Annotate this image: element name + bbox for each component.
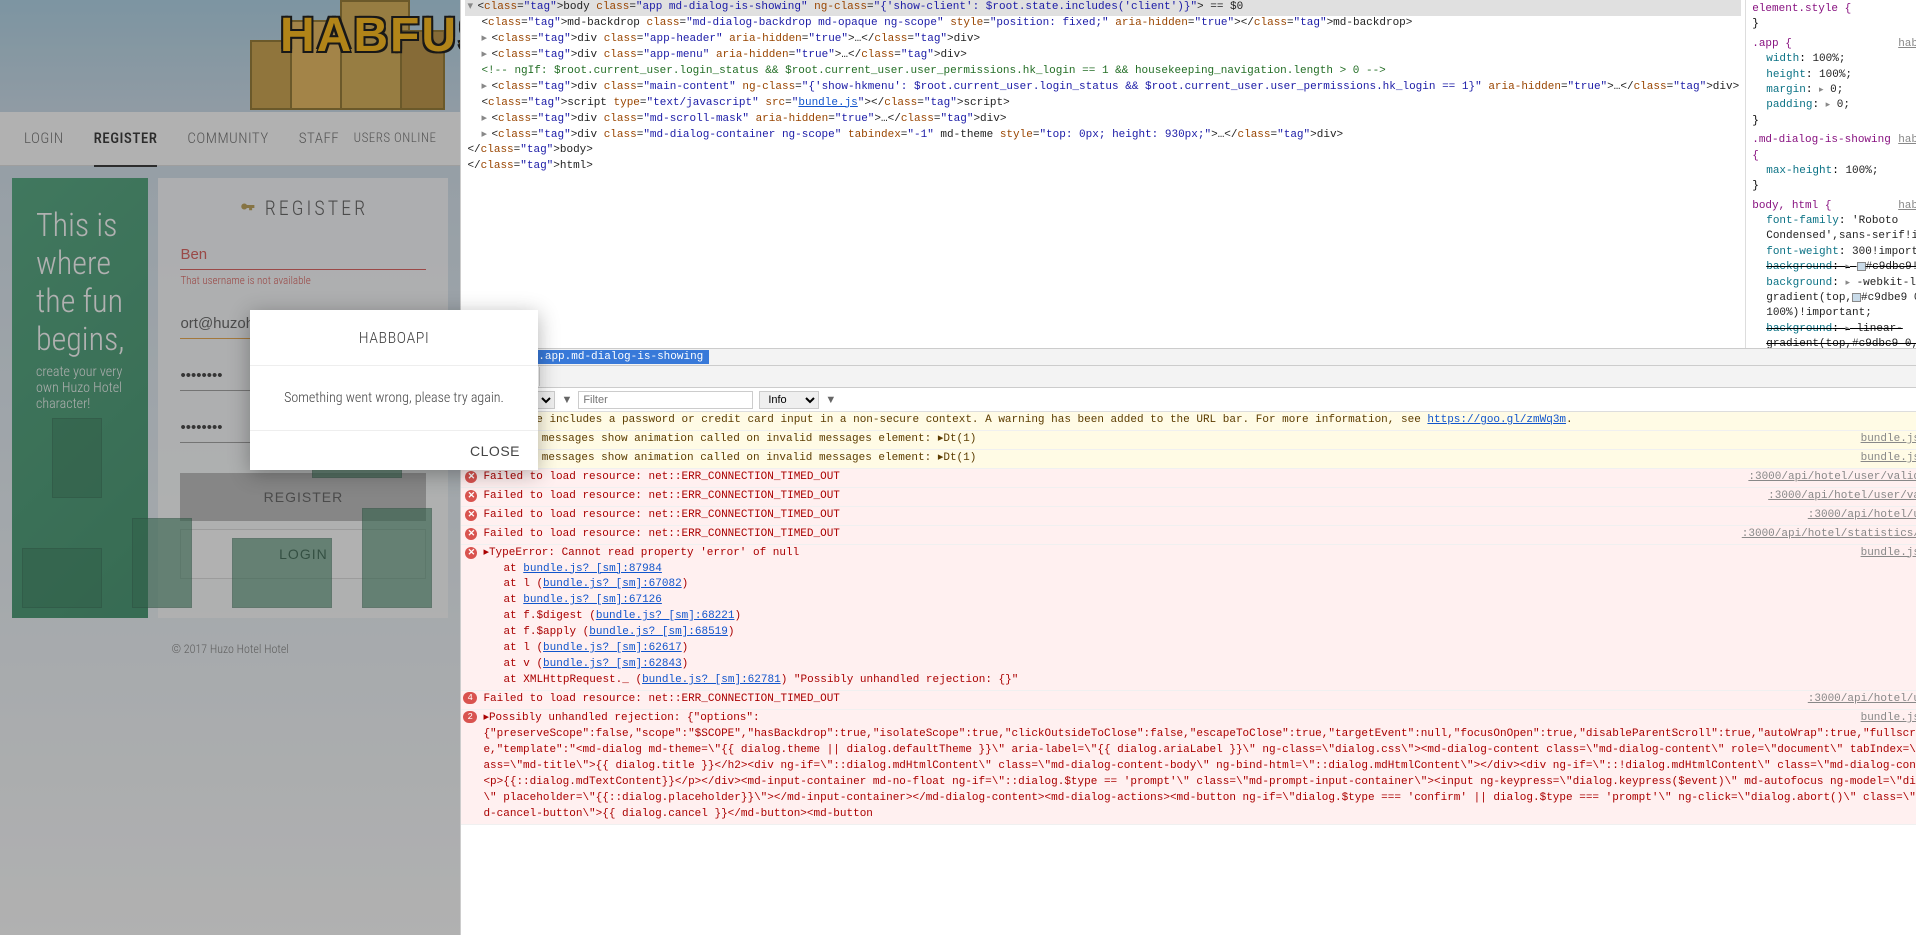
modal-close-button[interactable]: CLOSE: [470, 443, 520, 459]
console-messages[interactable]: !login:1This page includes a password or…: [461, 412, 1916, 935]
console-tabbar: ⋮ Console ✕: [461, 366, 1916, 388]
modal-body: Something went wrong, please try again.: [250, 366, 538, 430]
modal-title: HABBOAPI: [250, 310, 538, 366]
dropdown-icon: ▼: [825, 393, 836, 406]
dropdown-icon: ▼: [561, 393, 572, 406]
level-select[interactable]: Info: [759, 391, 819, 409]
error-modal: HABBOAPI Something went wrong, please tr…: [250, 310, 538, 470]
breadcrumb[interactable]: html body.app.md-dialog-is-showing: [461, 348, 1916, 366]
styles-panel[interactable]: element.style {}habbo-api.css:6.app {wid…: [1745, 0, 1916, 348]
filter-input[interactable]: [578, 391, 753, 409]
console-toolbar: top ▼ Info ▼ ⚙: [461, 388, 1916, 412]
devtools: ▾<class="tag">body class="app md-dialog-…: [460, 0, 1916, 935]
elements-panel[interactable]: ▾<class="tag">body class="app md-dialog-…: [461, 0, 1745, 348]
